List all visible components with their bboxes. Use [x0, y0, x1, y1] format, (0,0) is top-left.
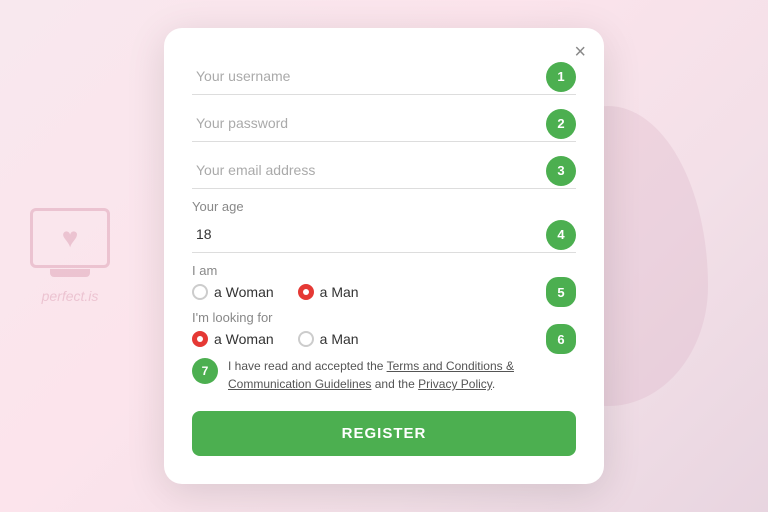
iam-woman-radio[interactable]: [192, 284, 208, 300]
looking-man-radio[interactable]: [298, 331, 314, 347]
step-4-badge: 4: [546, 220, 576, 250]
looking-woman-label: a Woman: [214, 331, 274, 347]
iam-options: a Woman a Man 5: [192, 284, 576, 300]
password-input[interactable]: [192, 105, 576, 142]
iam-man-label: a Man: [320, 284, 359, 300]
step-5-badge: 5: [546, 277, 576, 307]
iam-woman-option[interactable]: a Woman: [192, 284, 274, 300]
heart-icon: ♥: [62, 222, 79, 254]
username-row: 1: [192, 58, 576, 95]
terms-before: I have read and accepted the: [228, 359, 387, 373]
password-row: 2: [192, 105, 576, 142]
register-modal: × 1 2 3 Your age 4 I am a Woman a M: [164, 28, 604, 484]
terms-section: 7 I have read and accepted the Terms and…: [192, 357, 576, 393]
step-6-badge: 6: [546, 324, 576, 354]
iam-label: I am: [192, 263, 576, 278]
step-7-badge: 7: [192, 358, 218, 384]
looking-woman-option[interactable]: a Woman: [192, 331, 274, 347]
close-button[interactable]: ×: [574, 42, 586, 62]
looking-for-options: a Woman a Man 6: [192, 331, 576, 347]
age-label: Your age: [192, 199, 576, 214]
step-3-badge: 3: [546, 156, 576, 186]
step-2-badge: 2: [546, 109, 576, 139]
age-row: 4: [192, 216, 576, 253]
looking-man-label: a Man: [320, 331, 359, 347]
terms-text: I have read and accepted the Terms and C…: [228, 357, 576, 393]
iam-man-radio[interactable]: [298, 284, 314, 300]
looking-for-label: I'm looking for: [192, 310, 576, 325]
iam-man-option[interactable]: a Man: [298, 284, 359, 300]
looking-for-section: I'm looking for a Woman a Man 6: [192, 310, 576, 347]
terms-after: .: [492, 377, 495, 391]
iam-woman-label: a Woman: [214, 284, 274, 300]
watermark-text: perfect.is: [42, 288, 99, 304]
step-1-badge: 1: [546, 62, 576, 92]
looking-man-option[interactable]: a Man: [298, 331, 359, 347]
username-input[interactable]: [192, 58, 576, 95]
age-section: Your age 4: [192, 199, 576, 253]
email-input[interactable]: [192, 152, 576, 189]
terms-link2[interactable]: Privacy Policy: [418, 377, 492, 391]
monitor-icon: ♥: [30, 208, 110, 268]
email-row: 3: [192, 152, 576, 189]
terms-between: and the: [371, 377, 418, 391]
iam-section: I am a Woman a Man 5: [192, 263, 576, 300]
age-input[interactable]: [192, 216, 576, 253]
watermark-logo: ♥ perfect.is: [30, 208, 110, 304]
register-button[interactable]: REGISTER: [192, 411, 576, 456]
looking-woman-radio[interactable]: [192, 331, 208, 347]
